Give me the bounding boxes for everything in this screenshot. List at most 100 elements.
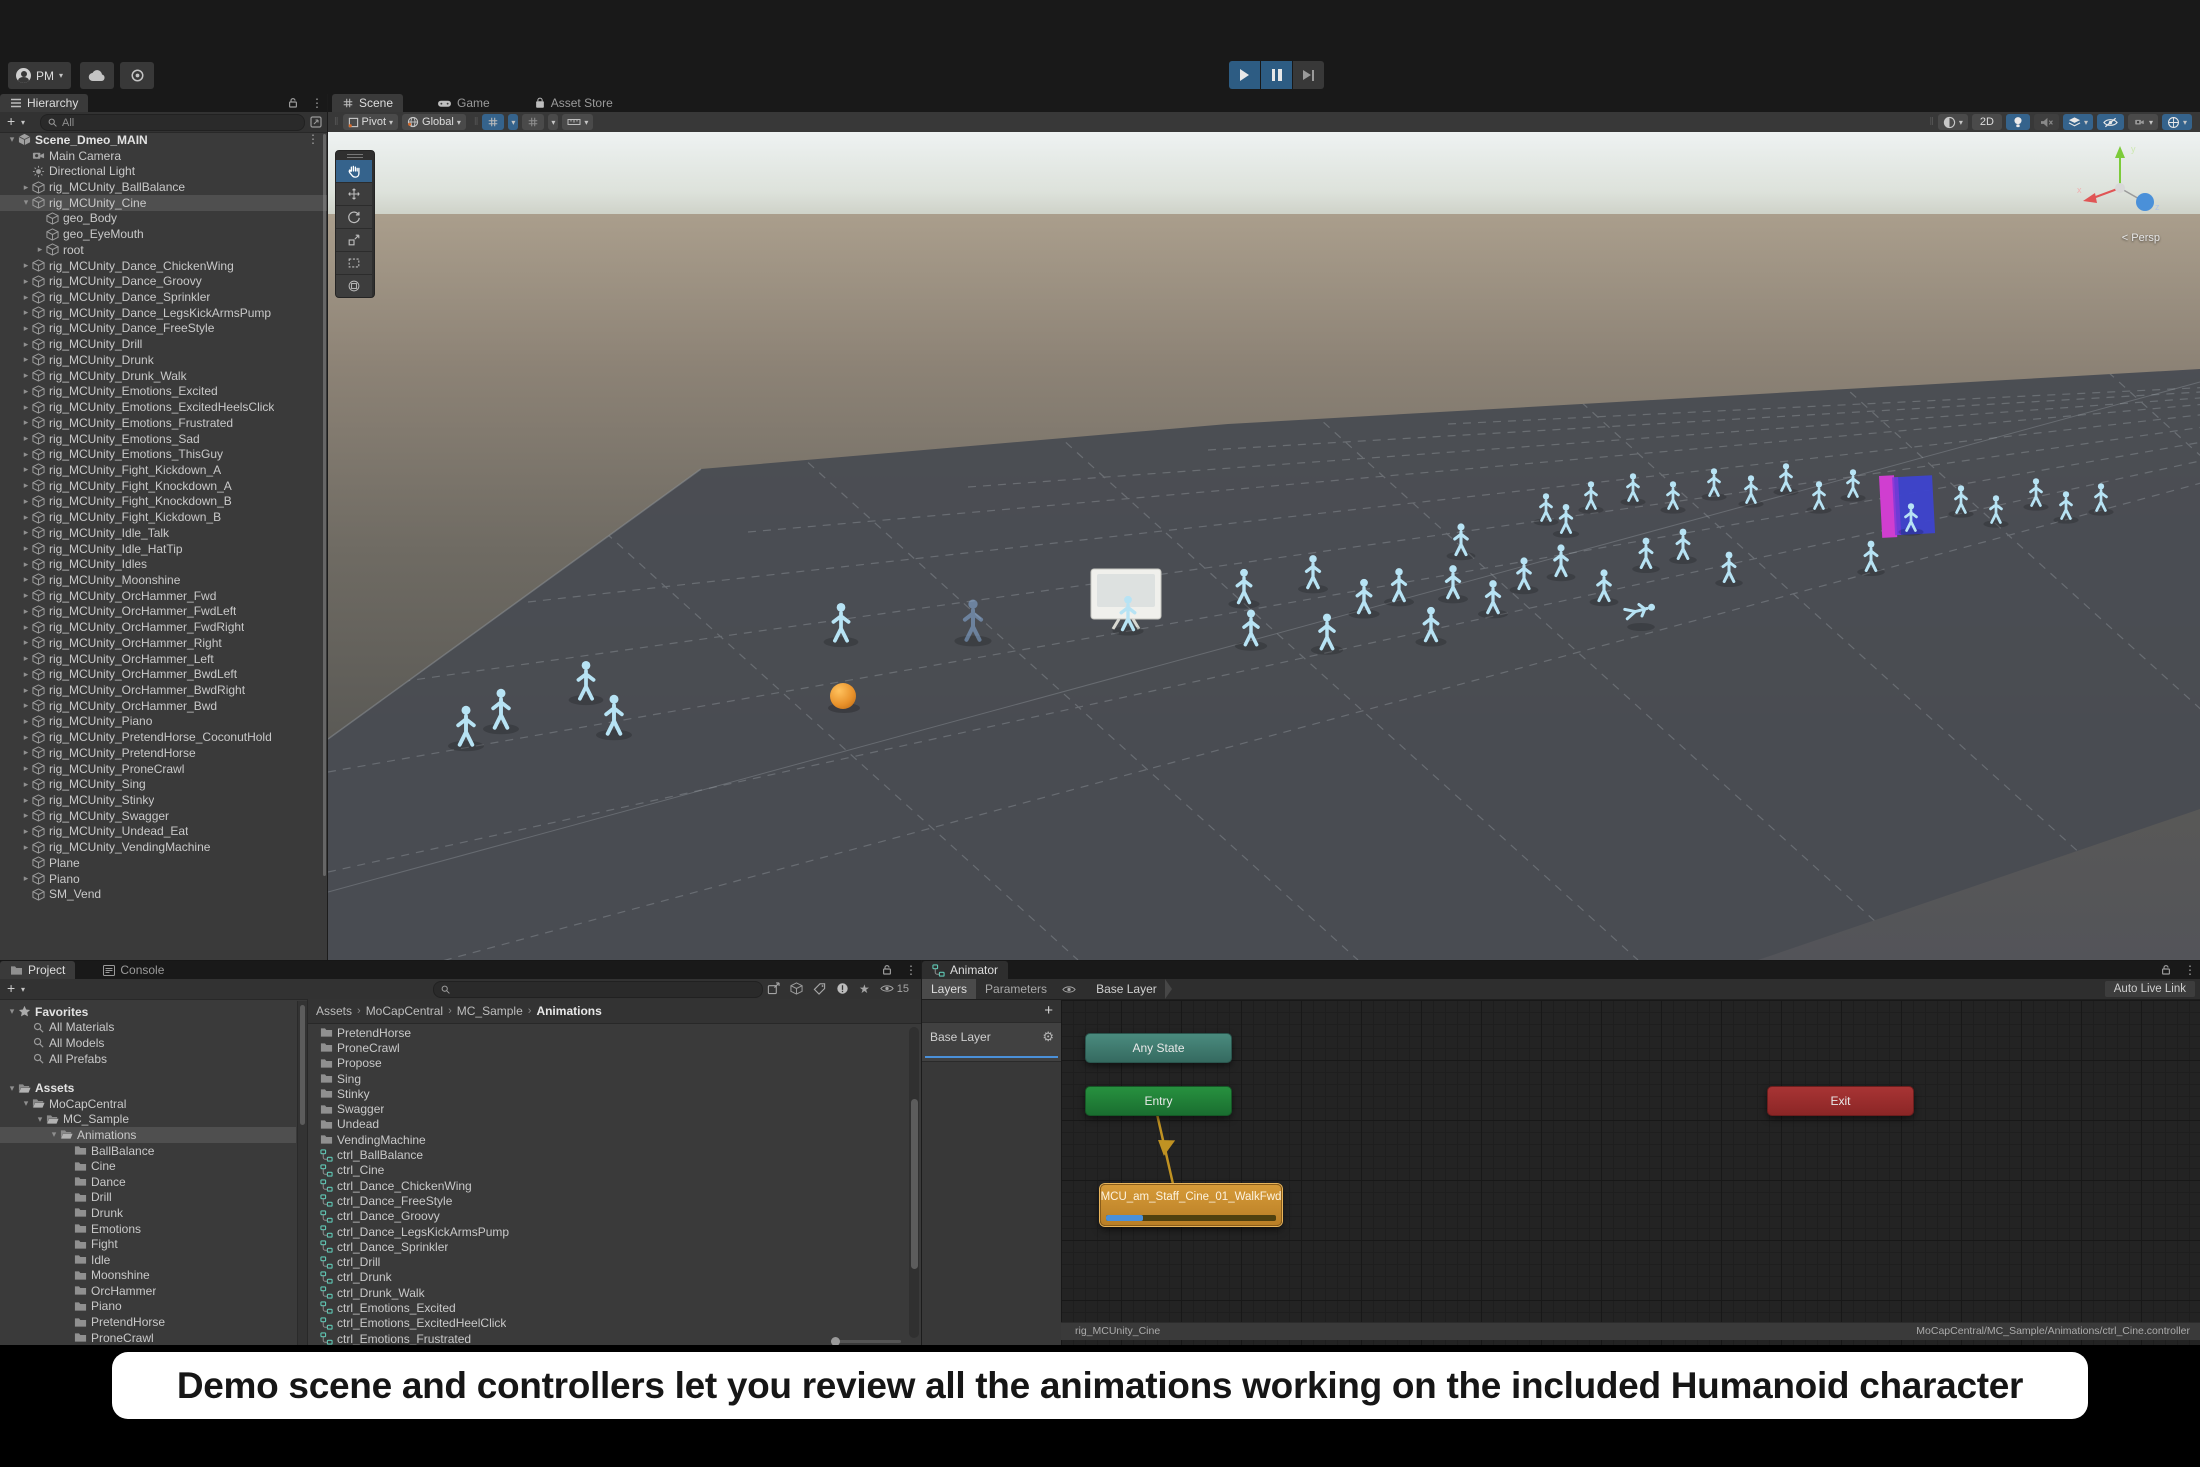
expander-arrow-icon[interactable]: ▸: [20, 276, 32, 287]
expander-arrow-icon[interactable]: ▸: [20, 182, 32, 193]
move-tool-button[interactable]: [336, 183, 372, 206]
file-row[interactable]: Propose: [308, 1056, 907, 1071]
grid-snap-toggle[interactable]: [482, 114, 504, 130]
packages-visibility-icon[interactable]: [790, 982, 803, 995]
2d-toggle-button[interactable]: 2D: [1972, 114, 2002, 130]
project-tree-row[interactable]: PretendHorse: [0, 1314, 296, 1330]
tab-asset-store[interactable]: Asset Store: [524, 94, 623, 112]
file-row[interactable]: ProneCrawl: [308, 1040, 907, 1055]
expander-arrow-icon[interactable]: ▸: [20, 543, 32, 554]
grid-snap-options[interactable]: ▾: [508, 114, 518, 130]
project-tree-row[interactable]: OrcHammer: [0, 1283, 296, 1299]
transform-tool-button[interactable]: [336, 275, 372, 297]
file-row[interactable]: ctrl_BallBalance: [308, 1147, 907, 1162]
project-tree-row[interactable]: Moonshine: [0, 1268, 296, 1284]
hierarchy-row[interactable]: Plane: [0, 855, 327, 871]
project-tree-row[interactable]: Drunk: [0, 1205, 296, 1221]
hierarchy-row[interactable]: ▾rig_MCUnity_Cine: [0, 195, 327, 211]
hierarchy-row[interactable]: ▾Scene_Dmeo_MAIN⋮: [0, 132, 327, 148]
expander-arrow-icon[interactable]: ▸: [20, 386, 32, 397]
step-button[interactable]: [1293, 61, 1324, 89]
rotate-tool-button[interactable]: [336, 206, 372, 229]
expander-arrow-icon[interactable]: ▾: [6, 134, 18, 145]
label-icon[interactable]: [813, 982, 826, 995]
expander-arrow-icon[interactable]: ▸: [20, 480, 32, 491]
add-button[interactable]: +: [7, 980, 15, 996]
hierarchy-search-input[interactable]: All: [40, 114, 305, 131]
kebab-menu-icon[interactable]: ⋮: [307, 133, 319, 145]
layer-item-base-layer[interactable]: Base Layer ⚙: [922, 1023, 1061, 1062]
hand-tool-button[interactable]: [336, 160, 372, 183]
project-tree-row[interactable]: ▾Animations: [0, 1127, 296, 1143]
add-caret-icon[interactable]: ▾: [21, 985, 25, 994]
breadcrumb-assets[interactable]: Assets: [316, 1004, 352, 1018]
hierarchy-row[interactable]: ▸rig_MCUnity_Stinky: [0, 792, 327, 808]
expander-arrow-icon[interactable]: ▸: [20, 716, 32, 727]
hierarchy-row[interactable]: ▸rig_MCUnity_VendingMachine: [0, 839, 327, 855]
hierarchy-row[interactable]: ▸rig_MCUnity_OrcHammer_Fwd: [0, 588, 327, 604]
pivot-toggle-button[interactable]: Pivot ▾: [343, 114, 398, 130]
hidden-objects-toggle[interactable]: [2097, 114, 2124, 130]
cloud-button[interactable]: [80, 62, 114, 89]
project-tree-row[interactable]: Cine: [0, 1158, 296, 1174]
hierarchy-row[interactable]: ▸rig_MCUnity_OrcHammer_Right: [0, 635, 327, 651]
project-tree-row[interactable]: Drill: [0, 1190, 296, 1206]
expander-arrow-icon[interactable]: ▸: [20, 433, 32, 444]
expander-arrow-icon[interactable]: ▸: [20, 260, 32, 271]
file-row[interactable]: ctrl_Dance_FreeStyle: [308, 1193, 907, 1208]
hierarchy-row[interactable]: ▸rig_MCUnity_Dance_Groovy: [0, 273, 327, 289]
hierarchy-row[interactable]: ▸rig_MCUnity_Drunk: [0, 352, 327, 368]
expander-arrow-icon[interactable]: ▸: [20, 559, 32, 570]
file-row[interactable]: ctrl_Dance_Groovy: [308, 1209, 907, 1224]
node-entry[interactable]: Entry: [1085, 1086, 1232, 1116]
hierarchy-row[interactable]: ▸rig_MCUnity_OrcHammer_FwdRight: [0, 619, 327, 635]
hierarchy-row[interactable]: ▸rig_MCUnity_Idle_Talk: [0, 525, 327, 541]
file-row[interactable]: Undead: [308, 1117, 907, 1132]
hierarchy-row[interactable]: ▸rig_MCUnity_Piano: [0, 714, 327, 730]
expander-arrow-icon[interactable]: ▾: [6, 1083, 18, 1094]
hierarchy-row[interactable]: ▸rig_MCUnity_Moonshine: [0, 572, 327, 588]
auto-live-link-button[interactable]: Auto Live Link: [2105, 981, 2195, 997]
node-walkfwd-state[interactable]: MCU_am_Staff_Cine_01_WalkFwd: [1100, 1184, 1282, 1226]
project-tree-row[interactable]: BallBalance: [0, 1143, 296, 1159]
measure-tool-button[interactable]: ▾: [562, 114, 593, 130]
breadcrumb-mc-sample[interactable]: MC_Sample: [457, 1004, 523, 1018]
expander-arrow-icon[interactable]: ▸: [20, 449, 32, 460]
file-row[interactable]: ctrl_Drunk_Walk: [308, 1285, 907, 1300]
file-row[interactable]: Swagger: [308, 1101, 907, 1116]
expander-arrow-icon[interactable]: ▸: [20, 512, 32, 523]
pause-button[interactable]: [1261, 61, 1292, 89]
file-row[interactable]: ctrl_Emotions_Frustrated: [308, 1331, 907, 1346]
tab-project[interactable]: Project: [0, 961, 75, 979]
hierarchy-row[interactable]: ▸rig_MCUnity_OrcHammer_Left: [0, 651, 327, 667]
add-caret-icon[interactable]: ▾: [21, 118, 25, 127]
expander-arrow-icon[interactable]: ▸: [20, 732, 32, 743]
expander-arrow-icon[interactable]: ▸: [20, 873, 32, 884]
scale-tool-button[interactable]: [336, 229, 372, 252]
hierarchy-row[interactable]: ▸rig_MCUnity_PretendHorse: [0, 745, 327, 761]
hierarchy-row[interactable]: ▸rig_MCUnity_OrcHammer_Bwd: [0, 698, 327, 714]
hierarchy-row[interactable]: ▸rig_MCUnity_Emotions_Excited: [0, 384, 327, 400]
expander-arrow-icon[interactable]: ▸: [20, 370, 32, 381]
hierarchy-row[interactable]: Main Camera: [0, 148, 327, 164]
play-button[interactable]: [1229, 61, 1260, 89]
file-row[interactable]: ctrl_Dance_ChickenWing: [308, 1178, 907, 1193]
expander-arrow-icon[interactable]: ▾: [6, 1006, 18, 1017]
project-tree-row[interactable]: Emotions: [0, 1221, 296, 1237]
account-button[interactable]: PM ▾: [8, 62, 71, 89]
expander-arrow-icon[interactable]: ▸: [20, 307, 32, 318]
project-tree-row[interactable]: ▾MC_Sample: [0, 1112, 296, 1128]
shading-mode-button[interactable]: ▾: [1938, 114, 1968, 130]
project-tree-row[interactable]: All Models: [0, 1035, 296, 1051]
kebab-menu-icon[interactable]: ⋮: [905, 964, 917, 976]
project-search-input[interactable]: [433, 981, 763, 998]
file-list-scrollbar[interactable]: [909, 1027, 919, 1338]
hierarchy-row[interactable]: ▸rig_MCUnity_Dance_ChickenWing: [0, 258, 327, 274]
increment-snap-toggle[interactable]: [522, 114, 544, 130]
hierarchy-row[interactable]: geo_Body: [0, 211, 327, 227]
animator-graph[interactable]: Any State Entry Exit MCU_am_Staff_Cine_0…: [1061, 1000, 2200, 1346]
expander-arrow-icon[interactable]: ▸: [20, 637, 32, 648]
lock-icon[interactable]: [881, 964, 893, 976]
expander-arrow-icon[interactable]: ▸: [20, 606, 32, 617]
project-tree-row[interactable]: Idle: [0, 1252, 296, 1268]
